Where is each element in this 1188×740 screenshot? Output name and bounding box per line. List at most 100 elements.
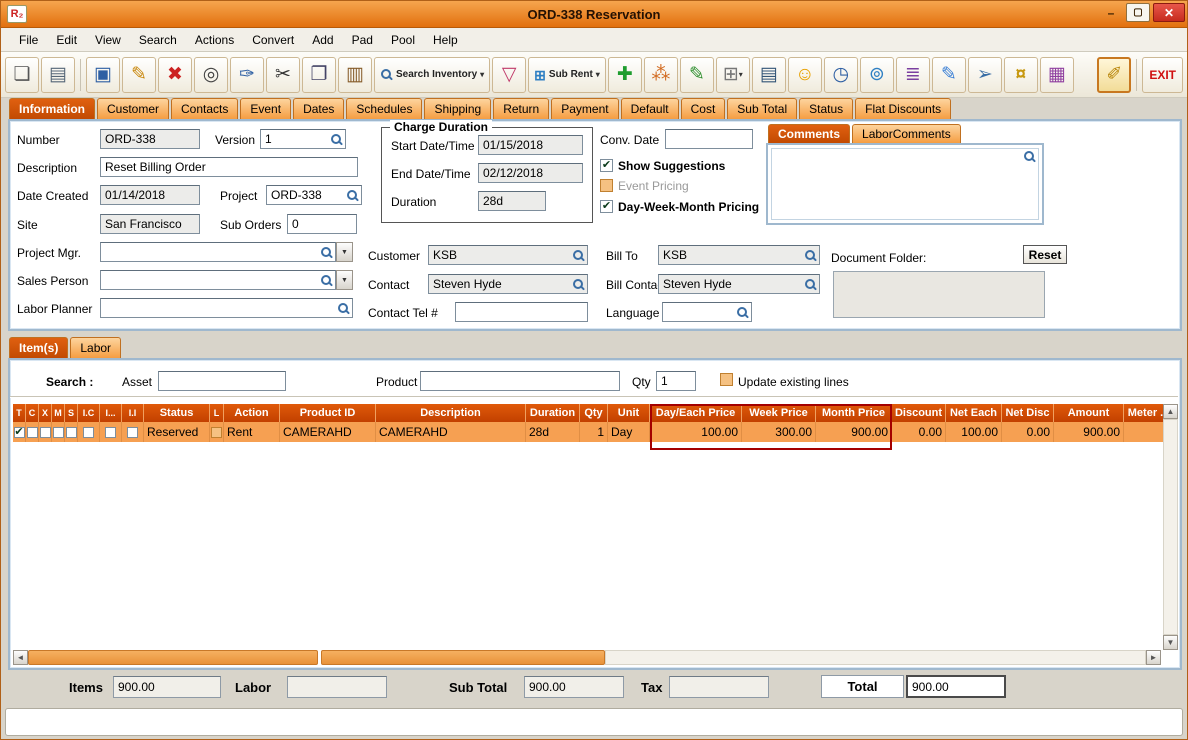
sub-rent-button[interactable]: ⊞ Sub Rent ▾	[528, 56, 606, 93]
column-header-unit[interactable]: Unit	[608, 404, 650, 422]
menu-edit[interactable]: Edit	[48, 31, 85, 49]
books-button[interactable]: ≣	[895, 56, 930, 93]
labor-planner-search-icon[interactable]	[337, 302, 350, 315]
menu-pad[interactable]: Pad	[344, 31, 381, 49]
column-header-qty[interactable]: Qty	[580, 404, 608, 422]
scrollbar-track[interactable]	[605, 650, 1146, 665]
bill-to-field[interactable]	[661, 248, 803, 262]
labor-planner-field[interactable]	[103, 301, 336, 315]
project-search-icon[interactable]	[346, 189, 359, 202]
delete-button[interactable]: ✖	[158, 56, 192, 93]
tab-dates[interactable]: Dates	[293, 98, 345, 119]
edit-page-button[interactable]: ✎	[931, 56, 966, 93]
scroll-up-button[interactable]: ▲	[1163, 404, 1178, 419]
menu-actions[interactable]: Actions	[187, 31, 242, 49]
coins-button[interactable]: ¤	[1003, 56, 1038, 93]
menu-help[interactable]: Help	[425, 31, 466, 49]
edit-document-button[interactable]: ✑	[230, 56, 264, 93]
update-existing-lines-checkbox[interactable]	[720, 373, 733, 386]
cut-button[interactable]: ✂	[266, 56, 300, 93]
history-button[interactable]: ◷	[823, 56, 858, 93]
tab-customer[interactable]: Customer	[97, 98, 170, 119]
event-pricing-checkbox[interactable]	[600, 179, 613, 192]
row-s-checkbox[interactable]	[65, 426, 77, 438]
version-field[interactable]	[263, 132, 329, 146]
row-l-checkbox[interactable]	[211, 426, 222, 438]
column-header[interactable]: L	[210, 404, 224, 422]
tab-shipping[interactable]: Shipping	[424, 98, 492, 119]
column-header-net-each[interactable]: Net Each	[946, 404, 1002, 422]
menu-view[interactable]: View	[87, 31, 129, 49]
language-field[interactable]	[665, 305, 735, 319]
tab-labor[interactable]: Labor	[70, 337, 122, 358]
contact-search-icon[interactable]	[572, 278, 585, 291]
version-search-icon[interactable]	[330, 133, 343, 146]
project-mgr-field[interactable]	[103, 245, 319, 259]
customer-field[interactable]	[431, 248, 571, 262]
column-header[interactable]: I...	[100, 404, 122, 422]
disc-button[interactable]: ⊚	[859, 56, 894, 93]
column-header[interactable]: S	[65, 404, 78, 422]
sales-person-dropdown-button[interactable]: ▼	[336, 270, 353, 290]
column-header-week-price[interactable]: Week Price	[742, 404, 816, 422]
bill-contact-search-icon[interactable]	[804, 278, 817, 291]
menu-file[interactable]: File	[11, 31, 46, 49]
description-field[interactable]	[103, 160, 355, 174]
day-week-month-checkbox[interactable]: ✔	[600, 200, 613, 213]
print-preview-button[interactable]: ▤	[751, 56, 786, 93]
tab-schedules[interactable]: Schedules	[346, 98, 423, 119]
column-header[interactable]: M	[52, 404, 65, 422]
copy-button[interactable]: ❐	[302, 56, 336, 93]
column-header-duration[interactable]: Duration	[526, 404, 580, 422]
contact-tel-field[interactable]	[458, 305, 585, 319]
date-created-field[interactable]	[103, 188, 197, 202]
row-select-checkbox[interactable]: ✔	[13, 426, 25, 438]
reset-button[interactable]: Reset	[1023, 245, 1067, 264]
column-header-amount[interactable]: Amount	[1054, 404, 1124, 422]
column-header-net-disc[interactable]: Net Disc	[1002, 404, 1054, 422]
sales-person-search-icon[interactable]	[320, 274, 333, 287]
row-c-checkbox[interactable]	[26, 426, 38, 438]
tab-labor-comments[interactable]: LaborComments	[852, 124, 961, 143]
column-header-meter[interactable]: Meter .	[1124, 404, 1168, 422]
tab-comments[interactable]: Comments	[768, 124, 851, 143]
tab-payment[interactable]: Payment	[551, 98, 619, 119]
find-button[interactable]: ◎	[194, 56, 228, 93]
column-header[interactable]: C	[26, 404, 39, 422]
tab-status[interactable]: Status	[799, 98, 854, 119]
blocks-button[interactable]: ▦	[1039, 56, 1074, 93]
project-field[interactable]	[269, 188, 345, 202]
row-ic-checkbox[interactable]	[83, 426, 94, 438]
funnel-button[interactable]: ▽	[492, 56, 527, 93]
show-suggestions-checkbox[interactable]: ✔	[600, 159, 613, 172]
tab-flat-discounts[interactable]: Flat Discounts	[855, 98, 952, 119]
sales-person-field[interactable]	[103, 273, 319, 287]
column-header[interactable]: T	[13, 404, 26, 422]
conv-date-field[interactable]	[668, 132, 750, 146]
language-search-icon[interactable]	[736, 306, 749, 319]
column-header[interactable]: I.C	[78, 404, 100, 422]
contact-field[interactable]	[431, 277, 571, 291]
search-inventory-button[interactable]: Search Inventory ▾	[374, 56, 491, 93]
asset-search-input[interactable]	[161, 374, 283, 388]
tab-cost[interactable]: Cost	[680, 98, 726, 119]
end-date-field[interactable]	[481, 166, 580, 180]
memo-button[interactable]: ✎	[679, 56, 714, 93]
tab-items[interactable]: Item(s)	[9, 337, 69, 358]
add-button[interactable]: ✚	[607, 56, 642, 93]
key-button[interactable]: ➢	[967, 56, 1002, 93]
save-button[interactable]: ▣	[86, 56, 120, 93]
project-mgr-dropdown-button[interactable]: ▼	[336, 242, 353, 262]
column-header[interactable]: X	[39, 404, 52, 422]
row-ii-checkbox[interactable]	[127, 426, 138, 438]
column-header-discount[interactable]: Discount	[892, 404, 946, 422]
menu-add[interactable]: Add	[304, 31, 341, 49]
scroll-down-button[interactable]: ▼	[1163, 635, 1178, 650]
group-button[interactable]: ⁂	[643, 56, 678, 93]
pad-button[interactable]: ⊞ ▾	[715, 56, 750, 93]
qty-input[interactable]	[659, 374, 693, 388]
tab-event[interactable]: Event	[240, 98, 292, 119]
scroll-right-button[interactable]: ►	[1146, 650, 1161, 665]
comments-textarea[interactable]	[771, 148, 1039, 220]
print-button[interactable]: ▤	[41, 56, 75, 93]
